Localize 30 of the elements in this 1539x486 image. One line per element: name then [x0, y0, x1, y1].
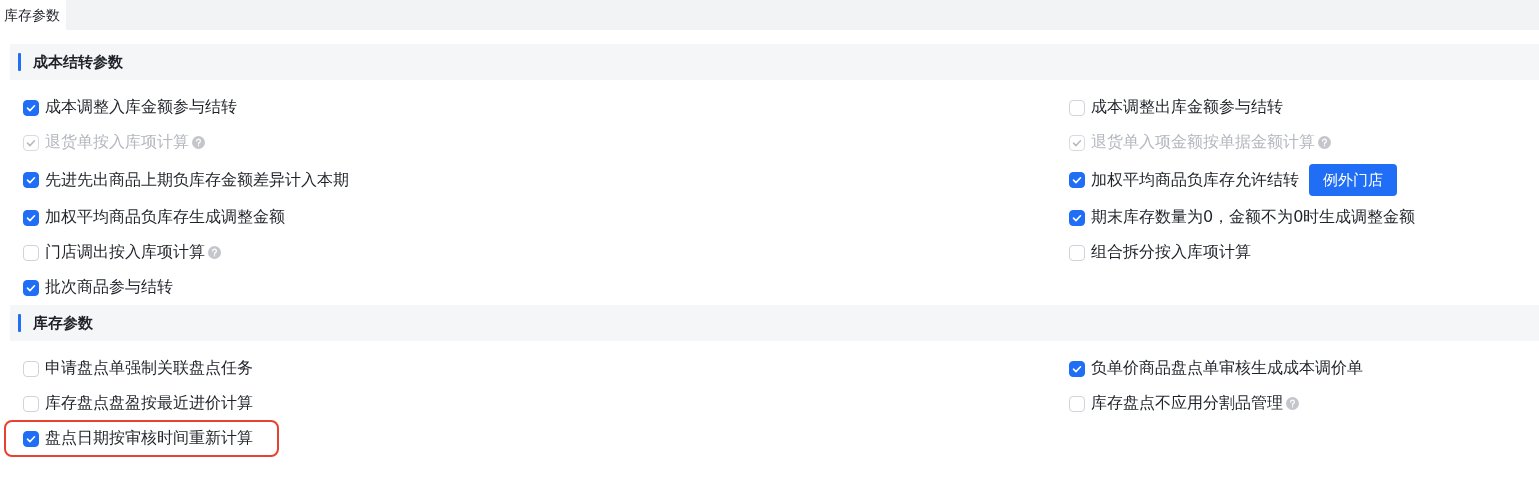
accent-bar — [18, 314, 21, 332]
checkbox-label[interactable]: 库存盘点盘盈按最近进价计算 — [45, 393, 253, 414]
checkbox[interactable] — [1069, 360, 1085, 377]
checkbox-label[interactable]: 申请盘点单强制关联盘点任务 — [45, 358, 253, 379]
checkbox[interactable] — [1069, 209, 1085, 226]
checkbox-label[interactable]: 批次商品参与结转 — [45, 277, 173, 298]
checkbox[interactable] — [23, 99, 39, 116]
checkbox[interactable] — [23, 209, 39, 226]
checkbox[interactable] — [23, 172, 39, 188]
help-icon[interactable] — [208, 246, 221, 259]
tab[interactable]: 库存参数 — [0, 0, 66, 30]
help-icon[interactable] — [1286, 397, 1299, 410]
section-title: 成本结转参数 — [33, 52, 123, 72]
checkbox-label[interactable]: 加权平均商品负库存允许结转 — [1091, 169, 1299, 191]
checkbox-label[interactable]: 先进先出商品上期负库存金额差异计入本期 — [45, 169, 349, 191]
checkbox[interactable] — [23, 279, 39, 296]
checkbox-label[interactable]: 加权平均商品负库存生成调整金额 — [45, 207, 285, 228]
section-title: 库存参数 — [33, 313, 93, 333]
checkbox-label[interactable]: 盘点日期按审核时间重新计算 — [45, 428, 253, 449]
checkbox-label[interactable]: 期末库存数量为0，金额不为0时生成调整金额 — [1091, 207, 1416, 228]
checkbox-label[interactable]: 组合拆分按入库项计算 — [1091, 242, 1251, 263]
checkbox-label[interactable]: 门店调出按入库项计算 — [45, 242, 205, 263]
accent-bar — [18, 53, 21, 71]
checkbox-label[interactable]: 库存盘点不应用分割品管理 — [1091, 393, 1283, 414]
checkbox[interactable] — [23, 430, 39, 447]
exception-stores-button[interactable]: 例外门店 — [1309, 164, 1397, 196]
checkbox[interactable] — [1069, 172, 1085, 188]
checkbox-label[interactable]: 成本调整出库金额参与结转 — [1091, 97, 1283, 118]
checkbox-label[interactable]: 负单价商品盘点单审核生成成本调价单 — [1091, 358, 1363, 379]
checkbox-label[interactable]: 成本调整入库金额参与结转 — [45, 97, 237, 118]
